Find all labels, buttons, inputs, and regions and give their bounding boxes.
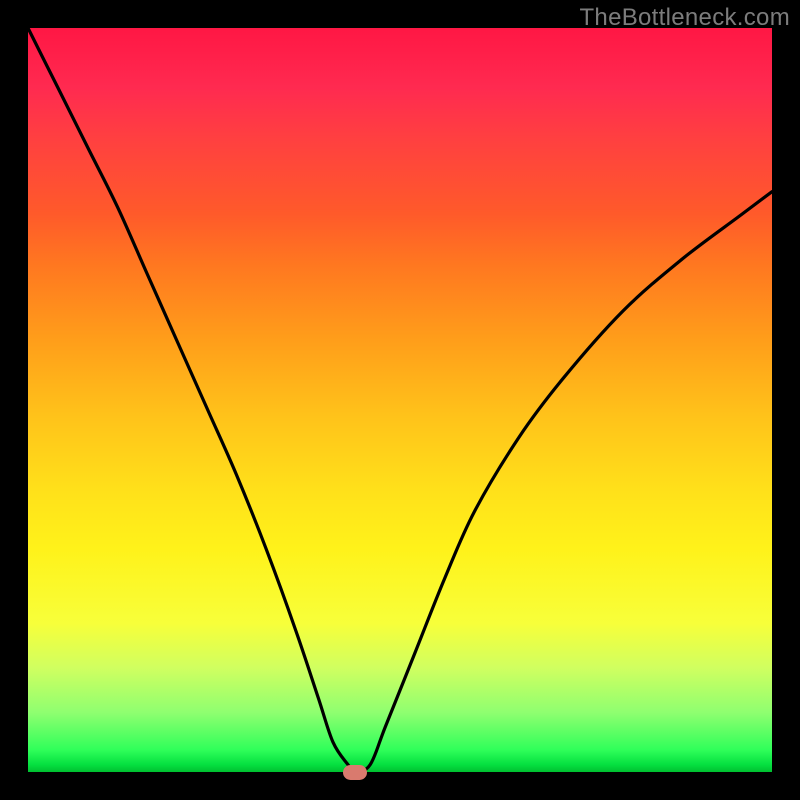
chart-frame: TheBottleneck.com	[0, 0, 800, 800]
bottleneck-marker	[343, 765, 367, 780]
plot-area	[28, 28, 772, 772]
bottleneck-curve	[28, 28, 772, 772]
watermark-text: TheBottleneck.com	[579, 4, 790, 32]
